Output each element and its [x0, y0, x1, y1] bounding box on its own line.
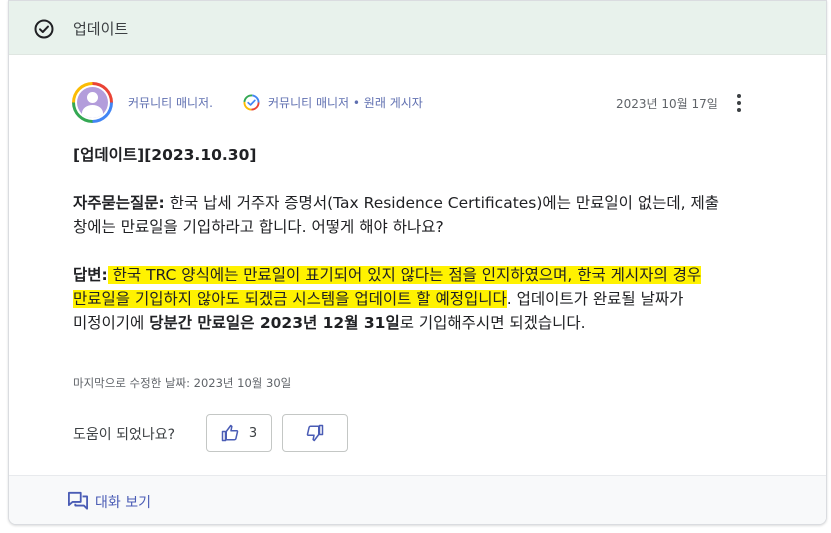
author-name[interactable]: 커뮤니티 매니저. [128, 94, 213, 111]
downvote-button[interactable] [282, 414, 348, 452]
view-conversation-link[interactable]: 대화 보기 [95, 492, 151, 512]
post-date: 2023년 10월 17일 [616, 97, 718, 111]
answer-text-2: . 업데이트가 완료될 날짜가 [506, 290, 684, 308]
card-footer: 대화 보기 [9, 475, 826, 524]
answer-highlight-1: 한국 TRC 양식에는 만료일이 표기되어 있지 않다는 점을 인지하였으며, … [107, 266, 702, 284]
answer-highlight-2: 만료일을 기입하지 않아도 되겠금 시스템을 업데이트 할 예정입니다 [73, 290, 507, 308]
answer-line-2: 만료일을 기입하지 않아도 되겠금 시스템을 업데이트 할 예정입니다. 업데이… [73, 287, 773, 311]
answer-paragraph: 답변: 한국 TRC 양식에는 만료일이 표기되어 있지 않다는 점을 인지하였… [73, 263, 773, 287]
thumbs-down-icon [306, 424, 324, 442]
banner-title: 업데이트 [73, 20, 129, 38]
author-role: 커뮤니티 매니저 • 원래 게시자 [268, 96, 423, 110]
default-user-icon [77, 87, 108, 118]
answer-bold-date: 당분간 만료일은 2023년 12월 31일 [149, 314, 400, 332]
answer-text-3: 미정이기에 [73, 314, 150, 332]
check-circle-icon [34, 19, 54, 39]
answer-label: 답변: [73, 266, 108, 284]
faq-paragraph: 자주묻는질문: 한국 납세 거주자 증명서(Tax Residence Cert… [73, 191, 773, 215]
answer-text-3b: 로 기입해주시면 되겠습니다. [399, 314, 586, 332]
verified-badge-icon [243, 94, 260, 111]
helpful-question: 도움이 되었나요? [73, 427, 176, 443]
chat-icon [68, 491, 88, 510]
faq-text: 한국 납세 거주자 증명서(Tax Residence Certificates… [164, 194, 720, 212]
more-options-icon[interactable] [733, 93, 745, 113]
post-heading: [업데이트][2023.10.30] [73, 146, 257, 164]
upvote-count: 3 [248, 425, 258, 441]
post-body: [업데이트][2023.10.30] 자주묻는질문: 한국 납세 거주자 증명서… [73, 143, 773, 335]
upvote-button[interactable]: 3 [206, 414, 272, 452]
update-banner: 업데이트 [9, 1, 826, 55]
faq-paragraph-cont: 창에는 만료일을 기입하라고 합니다. 어떻게 해야 하나요? [73, 218, 444, 236]
last-edited-text: 마지막으로 수정한 날짜: 2023년 10월 30일 [73, 376, 292, 390]
thumbs-up-icon [221, 424, 239, 442]
faq-label: 자주묻는질문: [73, 194, 165, 212]
avatar[interactable] [72, 82, 113, 123]
update-card: 업데이트 커뮤니티 매니저. 커뮤니티 매니저 • 원래 게시자 2023년 1… [8, 0, 827, 525]
answer-line-3: 미정이기에 당분간 만료일은 2023년 12월 31일로 기입해주시면 되겠습… [73, 311, 773, 335]
